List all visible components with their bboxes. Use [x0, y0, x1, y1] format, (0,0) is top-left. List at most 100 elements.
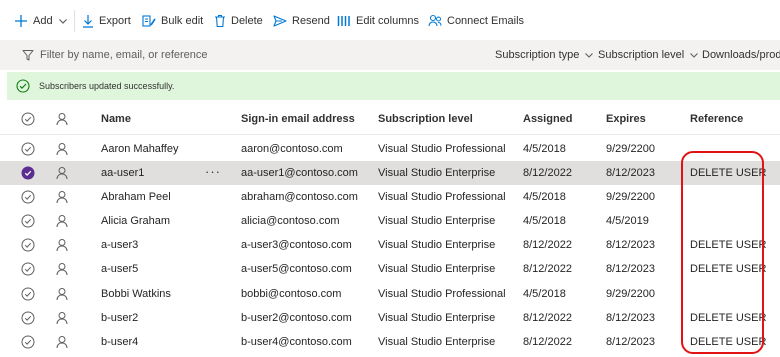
resend-button[interactable]: Resend [273, 13, 330, 29]
subscription-type-dropdown[interactable]: Subscription type [495, 40, 594, 70]
edit-columns-button[interactable]: Edit columns [337, 13, 419, 29]
level-cell: Visual Studio Enterprise [378, 336, 496, 348]
name-cell: a-user3 [101, 239, 139, 251]
row-checkbox-icon[interactable] [21, 142, 35, 156]
assigned-cell: 4/5/2018 [523, 143, 566, 155]
export-button[interactable]: Export [82, 13, 131, 29]
delete-button[interactable]: Delete [214, 13, 263, 29]
assigned-cell: 4/5/2018 [523, 288, 566, 300]
expires-cell: 9/29/2200 [606, 191, 655, 203]
expires-cell: 4/5/2019 [606, 215, 649, 227]
table-row[interactable]: b-user2 b-user2@contoso.com Visual Studi… [0, 306, 780, 330]
expires-cell: 9/29/2200 [606, 143, 655, 155]
more-actions-button[interactable]: ··· [205, 161, 221, 183]
connect-emails-button[interactable]: Connect Emails [428, 13, 524, 29]
expires-cell: 9/29/2200 [606, 288, 655, 300]
select-all-checkbox-icon[interactable] [21, 112, 35, 126]
expires-cell: 8/12/2023 [606, 336, 655, 348]
column-header-expires[interactable]: Expires [606, 104, 646, 134]
person-icon [56, 312, 68, 325]
filter-input[interactable]: Filter by name, email, or reference [22, 40, 208, 70]
level-cell: Visual Studio Professional [378, 288, 506, 300]
selected-checkbox-icon[interactable] [21, 166, 35, 180]
downloads-label: Downloads/prod [702, 49, 780, 61]
person-icon [56, 263, 68, 276]
table-row[interactable]: aa-user1 ··· aa-user1@contoso.com Visual… [0, 161, 780, 185]
level-cell: Visual Studio Professional [378, 143, 506, 155]
person-icon [56, 143, 68, 156]
add-label: Add [33, 15, 53, 27]
chevron-down-icon [585, 53, 594, 58]
level-cell: Visual Studio Enterprise [378, 215, 496, 227]
name-cell: Bobbi Watkins [101, 288, 171, 300]
column-header-email[interactable]: Sign-in email address [241, 104, 355, 134]
email-cell: a-user3@contoso.com [241, 239, 352, 251]
person-icon [56, 215, 68, 228]
name-cell: a-user5 [101, 263, 139, 275]
row-checkbox-icon[interactable] [21, 262, 35, 276]
success-banner: Subscribers updated successfully. [7, 72, 780, 100]
row-checkbox-icon[interactable] [21, 214, 35, 228]
chevron-down-icon [58, 19, 67, 24]
column-header-name[interactable]: Name [101, 104, 131, 134]
row-checkbox-icon[interactable] [21, 190, 35, 204]
connect-emails-label: Connect Emails [447, 15, 525, 27]
columns-icon [337, 16, 350, 26]
row-checkbox-icon[interactable] [21, 287, 35, 301]
name-cell: b-user4 [101, 336, 139, 348]
table-row[interactable]: Abraham Peel abraham@contoso.com Visual … [0, 185, 780, 209]
toolbar-divider [74, 10, 75, 32]
email-cell: b-user4@contoso.com [241, 336, 352, 348]
name-cell: Alicia Graham [101, 215, 171, 227]
filter-icon [22, 50, 34, 61]
name-cell: Abraham Peel [101, 191, 171, 203]
name-cell: b-user2 [101, 312, 139, 324]
table-row[interactable]: a-user5 a-user5@contoso.com Visual Studi… [0, 257, 780, 281]
bulk-edit-label: Bulk edit [161, 15, 204, 27]
row-checkbox-icon[interactable] [21, 335, 35, 349]
assigned-cell: 8/12/2022 [523, 312, 572, 324]
resend-label: Resend [292, 15, 330, 27]
subscription-level-dropdown[interactable]: Subscription level [598, 40, 699, 70]
column-header-reference[interactable]: Reference [690, 104, 743, 134]
filter-bar: Filter by name, email, or reference Subs… [0, 40, 780, 70]
success-message: Subscribers updated successfully. [39, 81, 175, 91]
send-icon [273, 15, 287, 27]
command-bar: Add Export Bulk edit Delete Resend Edit … [0, 0, 780, 40]
assigned-cell: 4/5/2018 [523, 215, 566, 227]
level-cell: Visual Studio Enterprise [378, 263, 496, 275]
table-header: Name Sign-in email address Subscription … [0, 104, 780, 135]
assigned-cell: 8/12/2022 [523, 336, 572, 348]
assigned-cell: 4/5/2018 [523, 191, 566, 203]
email-cell: a-user5@contoso.com [241, 263, 352, 275]
assigned-cell: 8/12/2022 [523, 263, 572, 275]
table-row[interactable]: b-user4 b-user4@contoso.com Visual Studi… [0, 330, 780, 354]
table-row[interactable]: Bobbi Watkins bobbi@contoso.com Visual S… [0, 282, 780, 306]
add-button[interactable]: Add [14, 13, 68, 29]
level-cell: Visual Studio Enterprise [378, 312, 496, 324]
level-cell: Visual Studio Professional [378, 191, 506, 203]
email-cell: b-user2@contoso.com [241, 312, 352, 324]
bulk-edit-button[interactable]: Bulk edit [142, 13, 203, 29]
table-row[interactable]: a-user3 a-user3@contoso.com Visual Studi… [0, 233, 780, 257]
delete-label: Delete [231, 15, 263, 27]
person-icon [56, 167, 68, 180]
email-cell: bobbi@contoso.com [241, 288, 342, 300]
row-checkbox-icon[interactable] [21, 238, 35, 252]
email-cell: abraham@contoso.com [241, 191, 358, 203]
subscription-type-label: Subscription type [495, 49, 580, 61]
table-row[interactable]: Alicia Graham alicia@contoso.com Visual … [0, 209, 780, 233]
expires-cell: 8/12/2023 [606, 167, 655, 179]
column-header-level[interactable]: Subscription level [378, 104, 473, 134]
person-icon [56, 239, 68, 252]
row-checkbox-icon[interactable] [21, 311, 35, 325]
level-cell: Visual Studio Enterprise [378, 239, 496, 251]
reference-highlight-annotation [681, 151, 764, 354]
person-icon [56, 113, 68, 126]
level-cell: Visual Studio Enterprise [378, 167, 496, 179]
downloads-dropdown[interactable]: Downloads/prod [702, 40, 780, 70]
email-cell: aa-user1@contoso.com [241, 167, 358, 179]
table-row[interactable]: Aaron Mahaffey aaron@contoso.com Visual … [0, 137, 780, 161]
export-label: Export [99, 15, 131, 27]
column-header-assigned[interactable]: Assigned [523, 104, 573, 134]
